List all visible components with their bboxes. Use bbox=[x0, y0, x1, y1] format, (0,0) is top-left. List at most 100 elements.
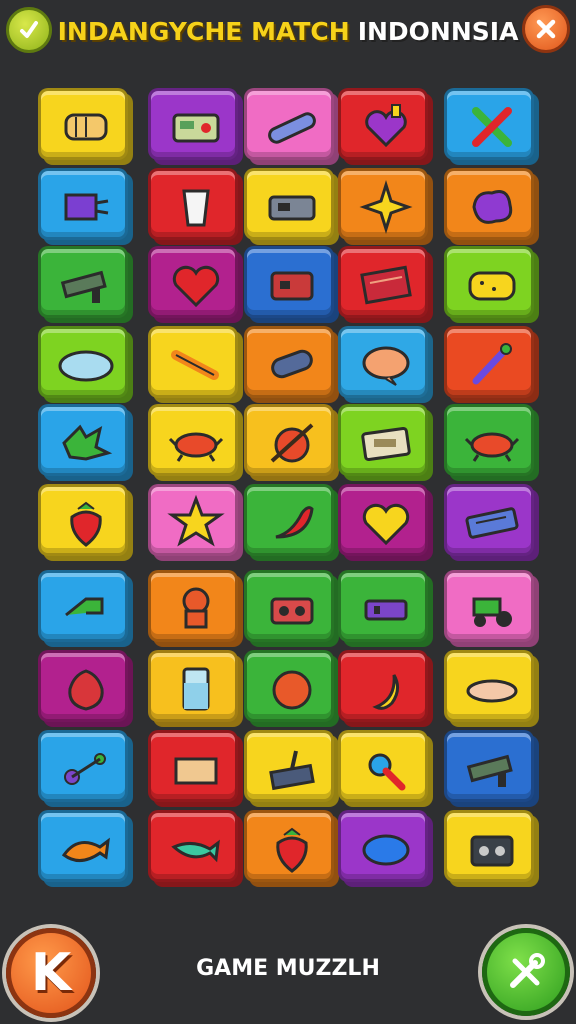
blaster-icon bbox=[466, 754, 513, 787]
tile-r10-c2[interactable] bbox=[148, 810, 238, 882]
tile-r9-c5[interactable] bbox=[444, 730, 534, 802]
tile-r5-c5[interactable] bbox=[444, 404, 534, 476]
tile-r8-c4[interactable] bbox=[338, 650, 428, 722]
leaf-icon bbox=[62, 424, 113, 461]
tile-r8-c1[interactable] bbox=[38, 650, 128, 722]
pipe-icon bbox=[65, 597, 104, 617]
tile-r5-c4[interactable] bbox=[338, 404, 428, 476]
keyboard-icon bbox=[465, 507, 519, 539]
tile-r10-c5[interactable] bbox=[444, 810, 534, 882]
switch-icon bbox=[268, 195, 316, 221]
heart-potion-icon bbox=[365, 104, 407, 148]
tile-r4-c1[interactable] bbox=[38, 326, 128, 398]
tile-r7-c1[interactable] bbox=[38, 570, 128, 642]
tile-r8-c2[interactable] bbox=[148, 650, 238, 722]
tile-r7-c2[interactable] bbox=[148, 570, 238, 642]
robot-icon bbox=[64, 193, 109, 221]
tile-r9-c4[interactable] bbox=[338, 730, 428, 802]
tool-button[interactable] bbox=[482, 928, 570, 1016]
ball-slash-icon bbox=[270, 423, 314, 463]
cash-icon bbox=[361, 426, 411, 462]
star-icon bbox=[167, 494, 225, 547]
tile-r8-c3[interactable] bbox=[244, 650, 334, 722]
tile-r3-c2[interactable] bbox=[148, 246, 238, 318]
tile-r6-c1[interactable] bbox=[38, 484, 128, 556]
k-button-label: K bbox=[30, 943, 72, 1003]
crab-icon bbox=[464, 432, 520, 462]
blaster-icon bbox=[60, 270, 107, 303]
tile-r9-c1[interactable] bbox=[38, 730, 128, 802]
tile-r5-c3[interactable] bbox=[244, 404, 334, 476]
tile-r6-c3[interactable] bbox=[244, 484, 334, 556]
tile-r4-c4[interactable] bbox=[338, 326, 428, 398]
radio-icon bbox=[172, 113, 220, 143]
tile-r6-c2[interactable] bbox=[148, 484, 238, 556]
tile-r4-c2[interactable] bbox=[148, 326, 238, 398]
tile-r8-c5[interactable] bbox=[444, 650, 534, 722]
tile-r2-c3[interactable] bbox=[244, 168, 334, 240]
heart-icon bbox=[172, 265, 220, 308]
tile-r4-c5[interactable] bbox=[444, 326, 534, 398]
tile-r5-c1[interactable] bbox=[38, 404, 128, 476]
tile-r7-c3[interactable] bbox=[244, 570, 334, 642]
k-button[interactable]: K bbox=[6, 928, 96, 1018]
sponge-icon bbox=[468, 271, 516, 301]
tile-r3-c5[interactable] bbox=[444, 246, 534, 318]
tile-r3-c4[interactable] bbox=[338, 246, 428, 318]
tile-r5-c2[interactable] bbox=[148, 404, 238, 476]
tile-r2-c5[interactable] bbox=[444, 168, 534, 240]
tile-r4-c3[interactable] bbox=[244, 326, 334, 398]
wand-icon bbox=[472, 343, 512, 385]
onion-icon bbox=[68, 669, 104, 711]
tile-r2-c2[interactable] bbox=[148, 168, 238, 240]
chef-icon bbox=[182, 587, 210, 629]
box-flat-icon bbox=[174, 757, 218, 785]
tile-r10-c3[interactable] bbox=[244, 810, 334, 882]
tile-r7-c5[interactable] bbox=[444, 570, 534, 642]
tile-r2-c1[interactable] bbox=[38, 168, 128, 240]
game-board bbox=[0, 0, 576, 1024]
box-icon bbox=[270, 271, 314, 301]
tool-icon bbox=[510, 953, 545, 988]
strawberry-icon bbox=[276, 827, 308, 873]
tile-r9-c2[interactable] bbox=[148, 730, 238, 802]
tile-r1-c4[interactable] bbox=[338, 88, 428, 160]
star-burst-icon bbox=[359, 179, 413, 235]
tile-r1-c2[interactable] bbox=[148, 88, 238, 160]
joystick-icon bbox=[269, 750, 315, 791]
glass-icon bbox=[182, 667, 210, 711]
oval-icon bbox=[58, 350, 114, 382]
tile-r9-c3[interactable] bbox=[244, 730, 334, 802]
crab-icon bbox=[168, 432, 224, 462]
tile-r10-c1[interactable] bbox=[38, 810, 128, 882]
radio-red-icon bbox=[270, 597, 314, 625]
heart-blue-icon bbox=[362, 834, 410, 866]
tile-r3-c1[interactable] bbox=[38, 246, 128, 318]
fish-icon bbox=[61, 837, 110, 862]
tile-r1-c5[interactable] bbox=[444, 88, 534, 160]
tile-r6-c4[interactable] bbox=[338, 484, 428, 556]
book-icon bbox=[360, 265, 412, 305]
molecule-icon bbox=[64, 753, 106, 785]
tile-r6-c5[interactable] bbox=[444, 484, 534, 556]
tube-icon bbox=[268, 112, 316, 144]
radio-dark-icon bbox=[470, 835, 514, 867]
bread-icon bbox=[64, 113, 108, 141]
tile-r7-c4[interactable] bbox=[338, 570, 428, 642]
cup-icon bbox=[182, 189, 210, 227]
strawberry-icon bbox=[70, 501, 102, 547]
heart-yellow-icon bbox=[362, 503, 410, 546]
orange-icon bbox=[272, 670, 312, 710]
tile-r2-c4[interactable] bbox=[338, 168, 428, 240]
tile-r10-c4[interactable] bbox=[338, 810, 428, 882]
crossed-tools-icon bbox=[472, 107, 512, 147]
tile-r1-c1[interactable] bbox=[38, 88, 128, 160]
plate-icon bbox=[466, 679, 518, 703]
bubble-icon bbox=[362, 346, 410, 386]
stick-icon bbox=[171, 350, 219, 380]
banana-icon bbox=[372, 674, 399, 710]
tile-r3-c3[interactable] bbox=[244, 246, 334, 318]
tractor-icon bbox=[472, 597, 512, 627]
switch-purple-icon bbox=[364, 599, 408, 621]
tile-r1-c3[interactable] bbox=[244, 88, 334, 160]
